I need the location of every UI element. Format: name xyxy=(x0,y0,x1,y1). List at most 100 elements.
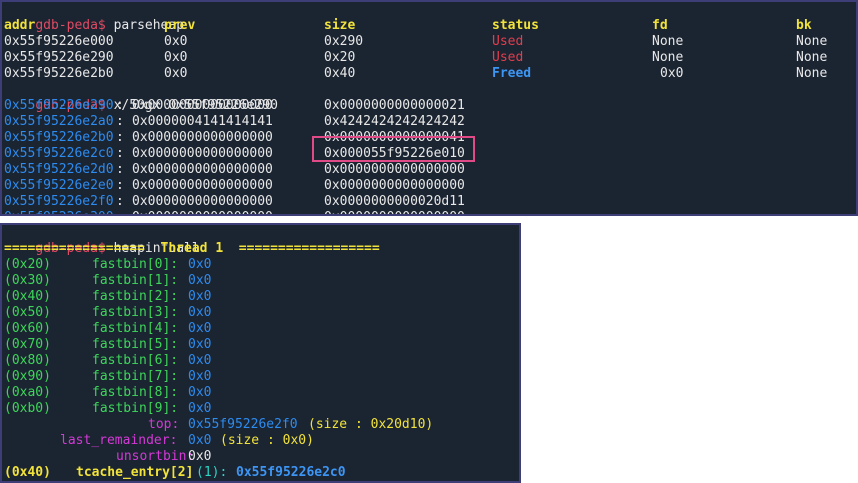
memory-value-2: 0x0000000000000000 xyxy=(324,178,465,193)
memory-row: 0x55f95226e2f0: 0x0000000000000000 0x000… xyxy=(4,194,465,209)
fastbin-size: (0xa0) xyxy=(4,385,51,400)
fastbin-row: (0x90) fastbin[7]: 0x0 xyxy=(4,369,519,385)
header-bk: bk xyxy=(796,18,812,33)
last-remainder-label: last_remainder: xyxy=(60,433,178,448)
fastbin-size: (0xb0) xyxy=(4,401,51,416)
header-prev: prev xyxy=(164,18,196,33)
chunk-row: 0x55f95226e2b0 0x0 0x40 Freed 0x0 None xyxy=(4,66,854,82)
chunk-status: Used xyxy=(492,34,524,49)
fastbin-size: (0x90) xyxy=(4,369,51,384)
fastbin-value: 0x0 xyxy=(188,385,212,400)
memory-value-1: 0x0000000000000000 xyxy=(132,130,273,145)
fastbin-size: (0x40) xyxy=(4,289,51,304)
last-remainder-row: last_remainder: 0x0 (size : 0x0) xyxy=(4,433,519,449)
chunk-size: 0x20 xyxy=(324,50,356,65)
fastbin-row: (0x80) fastbin[6]: 0x0 xyxy=(4,353,519,369)
fastbin-size: (0x70) xyxy=(4,337,51,352)
memory-address: 0x55f95226e2f0 xyxy=(4,194,114,209)
memory-address: 0x55f95226e2c0 xyxy=(4,146,114,161)
fastbin-name: fastbin[0]: xyxy=(92,257,179,272)
fastbin-row: (0xb0) fastbin[9]: 0x0 xyxy=(4,401,519,417)
thread-banner: ================== Thread 1 ============… xyxy=(4,241,380,256)
header-fd: fd xyxy=(652,18,668,33)
top-label: top: xyxy=(148,417,180,432)
prompt-line: gdb-peda$ x/50gx 0x55f95226e290 xyxy=(4,82,278,113)
memory-row: 0x55f95226e2e0: 0x0000000000000000 0x000… xyxy=(4,178,465,193)
memory-value-1: 0x0000000000000000 xyxy=(132,178,273,193)
fastbin-name: fastbin[4]: xyxy=(92,321,179,336)
header-status: status xyxy=(492,18,539,33)
fastbin-value: 0x0 xyxy=(188,305,212,320)
fastbin-value: 0x0 xyxy=(188,321,212,336)
fastbin-row: (0x20) fastbin[0]: 0x0 xyxy=(4,257,519,273)
chunk-row: 0x55f95226e290 0x0 0x20 Used None None xyxy=(4,50,854,66)
chunk-prev: 0x0 xyxy=(164,50,188,65)
top-value: 0x55f95226e2f0 xyxy=(188,417,298,432)
fastbin-name: fastbin[3]: xyxy=(92,305,179,320)
tcache-count: (1): xyxy=(196,465,228,480)
top-size: (size : 0x20d10) xyxy=(308,417,434,432)
memory-address: 0x55f95226e2e0 xyxy=(4,178,114,193)
chunk-prev: 0x0 xyxy=(164,66,188,81)
fastbin-row: (0xa0) fastbin[8]: 0x0 xyxy=(4,385,519,401)
prompt-line: gdb-peda$ parseheap xyxy=(4,2,184,33)
fastbin-value: 0x0 xyxy=(188,257,212,272)
memory-value-1: 0x0000000000000000 xyxy=(132,194,273,209)
fastbin-size: (0x30) xyxy=(4,273,51,288)
fastbin-name: fastbin[7]: xyxy=(92,369,179,384)
chunk-bk: None xyxy=(796,50,828,65)
memory-value-1: 0x0000004141414141 xyxy=(132,114,273,129)
last-remainder-size: (size : 0x0) xyxy=(220,433,314,448)
chunk-fd: None xyxy=(652,50,684,65)
memory-value-2: 0x0000000000020d11 xyxy=(324,194,465,209)
memory-value-2: 0x0000000000000000 xyxy=(324,162,465,177)
chunk-addr: 0x55f95226e290 xyxy=(4,50,114,65)
chunk-size: 0x40 xyxy=(324,66,356,81)
tcache-row: (0x40) tcache_entry[2] (1): 0x55f95226e2… xyxy=(4,465,519,481)
top-chunk-row: top: 0x55f95226e2f0 (size : 0x20d10) xyxy=(4,417,519,433)
memory-value-1: 0x0000000000000000 xyxy=(132,146,273,161)
chunk-row: 0x55f95226e000 0x0 0x290 Used None None xyxy=(4,34,854,50)
chunk-addr: 0x55f95226e2b0 xyxy=(4,66,114,81)
chunk-size: 0x290 xyxy=(324,34,364,49)
fastbin-size: (0x60) xyxy=(4,321,51,336)
last-remainder-value: 0x0 xyxy=(188,433,212,448)
fastbin-value: 0x0 xyxy=(188,273,212,288)
chunk-bk: None xyxy=(796,34,828,49)
fastbin-name: fastbin[5]: xyxy=(92,337,179,352)
tcache-label: tcache_entry[2] xyxy=(76,465,194,480)
prompt-line: gdb-peda$ heapinfoall xyxy=(4,225,199,256)
fastbin-name: fastbin[8]: xyxy=(92,385,179,400)
fastbin-name: fastbin[9]: xyxy=(92,401,179,416)
fastbin-value: 0x0 xyxy=(188,337,212,352)
chunk-bk: None xyxy=(796,66,828,81)
terminal-window-heapinfoall[interactable]: gdb-peda$ heapinfoall ==================… xyxy=(0,223,521,483)
chunk-status: Freed xyxy=(492,66,532,81)
fastbin-name: fastbin[1]: xyxy=(92,273,179,288)
memory-address: 0x55f95226e2a0 xyxy=(4,114,114,129)
fastbin-row: (0x30) fastbin[1]: 0x0 xyxy=(4,273,519,289)
chunk-prev: 0x0 xyxy=(164,34,188,49)
fastbin-size: (0x20) xyxy=(4,257,51,272)
memory-value-1: 0x0000000000000000 xyxy=(132,210,273,214)
fastbin-row: (0x40) fastbin[2]: 0x0 xyxy=(4,289,519,305)
memory-address: 0x55f95226e2b0 xyxy=(4,130,114,145)
chunk-fd: None xyxy=(652,34,684,49)
parseheap-header-row: addr prev size status fd bk xyxy=(4,18,854,34)
fastbin-row: (0x50) fastbin[3]: 0x0 xyxy=(4,305,519,321)
memory-row: 0x55f95226e290: 0x0000000000000000 0x000… xyxy=(4,98,465,113)
chunk-addr: 0x55f95226e000 xyxy=(4,34,114,49)
fastbin-name: fastbin[6]: xyxy=(92,353,179,368)
tcache-size: (0x40) xyxy=(4,465,51,480)
memory-value-2: 0x0000000000000000 xyxy=(324,210,465,214)
fastbin-value: 0x0 xyxy=(188,353,212,368)
memory-row: 0x55f95226e2d0: 0x0000000000000000 0x000… xyxy=(4,162,465,177)
fastbin-value: 0x0 xyxy=(188,401,212,416)
unsortbin-label: unsortbin: xyxy=(116,449,195,464)
memory-row-partial: 0x55f95226e300: 0x0000000000000000 0x000… xyxy=(4,210,854,214)
terminal-window-parseheap[interactable]: gdb-peda$ parseheap addr prev size statu… xyxy=(0,0,858,216)
fastbin-value: 0x0 xyxy=(188,289,212,304)
header-size: size xyxy=(324,18,356,33)
tcache-value: 0x55f95226e2c0 xyxy=(236,465,346,480)
fastbin-value: 0x0 xyxy=(188,369,212,384)
